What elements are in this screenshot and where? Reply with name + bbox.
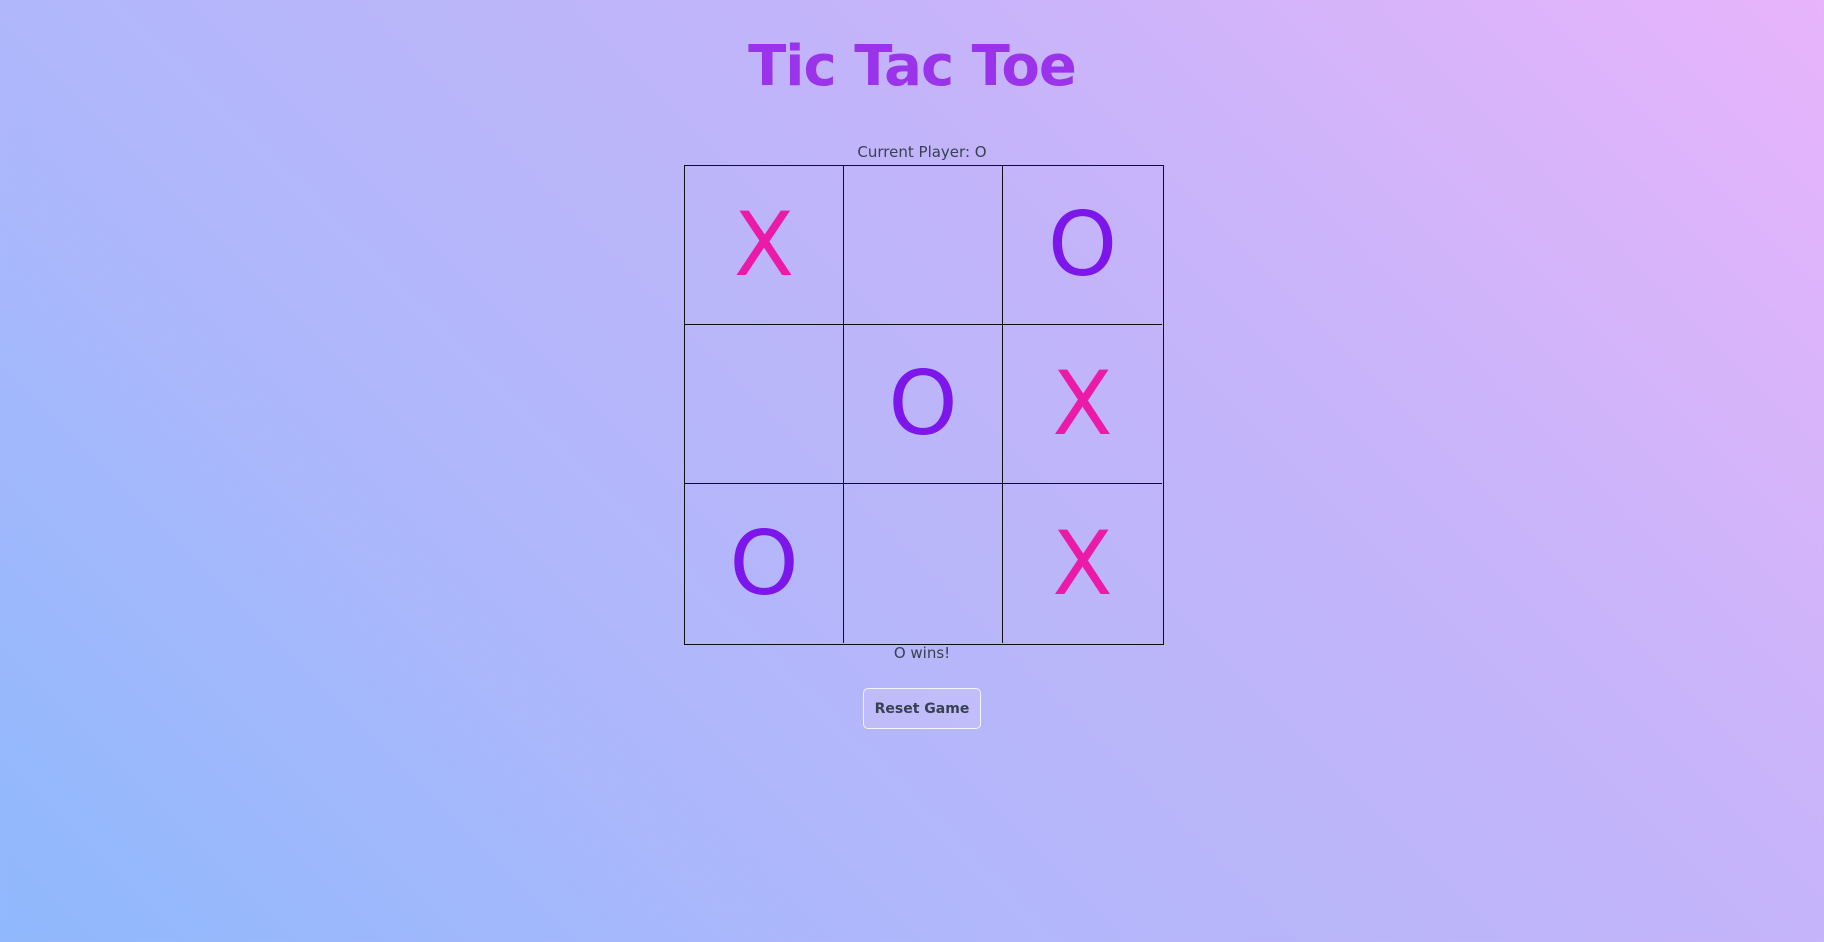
title-container: Tic Tac Toe [0,28,1824,106]
board-cell-8[interactable] [844,484,1003,643]
board-cell-1[interactable]: X [685,166,844,325]
current-player-label: Current Player: O [857,143,987,161]
page-title: Tic Tac Toe [748,34,1077,99]
board-cell-6[interactable]: X [1003,325,1162,484]
reset-container: Reset Game [0,688,1824,729]
game-board: X O O X O X [684,165,1164,645]
board-cell-7[interactable]: O [685,484,844,643]
board-cell-4[interactable] [685,325,844,484]
board-cell-5[interactable]: O [844,325,1003,484]
board-cell-9[interactable]: X [1003,484,1162,643]
board-cell-2[interactable] [844,166,1003,325]
board-cell-3[interactable]: O [1003,166,1162,325]
reset-game-button[interactable]: Reset Game [863,688,981,729]
game-status: O wins! [893,644,951,662]
